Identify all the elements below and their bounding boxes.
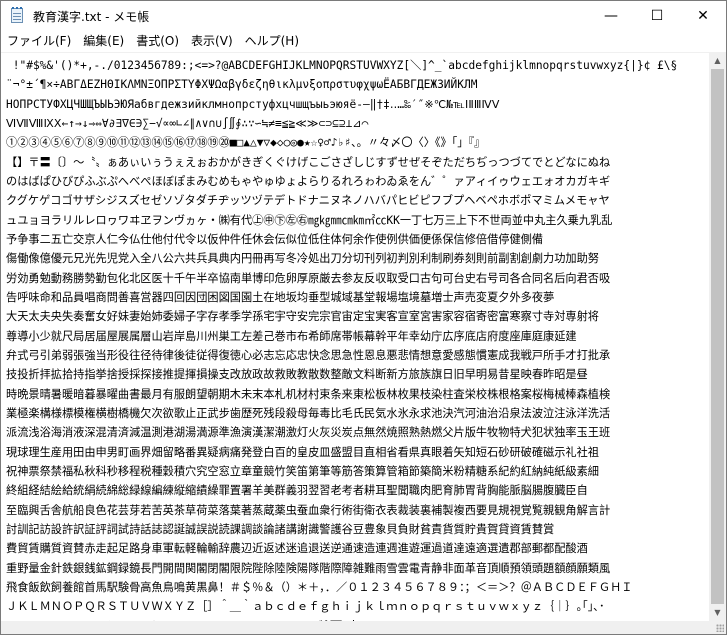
editor-line[interactable]: 討訓記訪設許訳証評詞試詩話誌認誕誠誤説読課調談論諸講謝識警護谷豆豊象貝負財貧責貨… bbox=[6, 520, 709, 539]
title-bar[interactable]: 教育漢字.txt - メモ帳 — ☐ ✕ bbox=[1, 1, 726, 31]
editor-line[interactable]: 派流浅浴海消液深混清済減温測港湖湯満源準漁演漢潔潮激灯火灰災炭点無然焼照熟熱燃父… bbox=[6, 423, 709, 442]
editor-line[interactable]: 弁式弓引弟弱張強当形役往径待律後徒従得復徳心必志忘応忠快念思急性恩息悪悲情想意愛… bbox=[6, 346, 709, 365]
editor-line[interactable]: 現球理生産用田由申男町画界畑留略番異疑病痛発登白百的皇皮皿盛盟目直相省看県真眼着… bbox=[6, 443, 709, 462]
editor-line[interactable]: НОПРСТУФХЦЧШЩЪЫЬЭЮЯабвгдежзийклмнопрстуф… bbox=[6, 95, 709, 114]
menu-format[interactable]: 書式(O) bbox=[130, 31, 185, 51]
maximize-button[interactable]: ☐ bbox=[634, 1, 680, 31]
menu-file[interactable]: ファイル(F) bbox=[1, 31, 77, 51]
text-editor[interactable]: !"#$%&'()*+,-./0123456789:;<=>?@ABCDEFGH… bbox=[1, 52, 709, 622]
editor-line[interactable]: 傷働像億優元兄光先児党入全八公六共兵具典内円冊再写冬冷処出刀分切刊列初判別利制刷… bbox=[6, 249, 709, 268]
editor-line[interactable]: 終組経結絵給統絹続綿総緑線編練縦縮績繰罪置署羊美群義羽翌習老考者耕耳聖聞職肉肥育… bbox=[6, 481, 709, 500]
close-button[interactable]: ✕ bbox=[680, 1, 726, 31]
editor-line[interactable]: 大天太夫央失奏奮女好妹妻始姉委婦子字存孝季学孫宅宇守安完宗官宙定宝実客宣室宮害家… bbox=[6, 307, 709, 326]
menu-help[interactable]: ヘルプ(H) bbox=[239, 31, 305, 51]
editor-line[interactable]: ュユョヨラリルレロヮワヰヱヲンヴヵヶ・㈱有代㊤㊥㊦㊧㊨㎎㎏㎜㎝㎞㎡㏄KK一丁七万… bbox=[6, 211, 709, 230]
editor-line[interactable]: 至臨興舌舎航船良色花芸芽若苦英茶草荷菜落葉著蒸蔵薬虫蚕血衆行術街衛衣表裁装裏補製… bbox=[6, 501, 709, 520]
editor-line[interactable]: 労効勇勉動務勝勢勤包化北区医十千午半卒協南単博印危卵厚原厳去参友反収取受口古句可… bbox=[6, 269, 709, 288]
editor-line[interactable]: 費貿賃購質資賛赤走起足路身車軍転軽輪輸辞農辺近返述迷追退送逆通速造連週進遊運過道… bbox=[6, 539, 709, 558]
editor-line[interactable]: 業極楽構様標模権横樹橋機欠次欲歌止正武步歯歴死残段殺母毎毒比毛氏民気水氷永求池決… bbox=[6, 404, 709, 423]
editor-line[interactable]: のはばぱひびぴふぶぷへべぺほぼぽまみむめもゃやゅゆょよらりるれろゎわゐゑをん゛゜… bbox=[6, 172, 709, 191]
editor-line[interactable]: 告呼味命和品員唱商問善喜営器四回因団困図国園土在地坂均垂型城域基堂報場塩境墓増士… bbox=[6, 288, 709, 307]
minimize-button[interactable]: — bbox=[588, 1, 634, 31]
notepad-icon[interactable] bbox=[9, 7, 25, 24]
editor-line[interactable]: 技投折拝拡拾持指挙捨授採探接推提揮損操支改放政故救敗教散数整敵文料断新方旅族旗日… bbox=[6, 365, 709, 384]
vertical-scrollbar[interactable]: ▲ ▼ bbox=[709, 52, 726, 621]
editor-line[interactable]: 重野量金針鉄銀銭鉱鋼録鏡長門開間関閣閉閣限院陛除陸険陽隊階際障雑難雨雪雲電青静非… bbox=[6, 559, 709, 578]
editor-line[interactable]: 尊導小少就尺局居届屋展属層山岩岸島川州巣工左差己巻市布希師席帯帳幕幹平年幸幼庁広… bbox=[6, 327, 709, 346]
editor-line[interactable]: ⅥⅦⅧⅨⅩ←↑→↓⇒⇔∀∂∃∇∈∋∑−√∝∞∟∠∥∧∨∩∪∫∬∮∴∵∽≒≠≡≦≧… bbox=[6, 114, 709, 133]
scroll-up-icon[interactable]: ▲ bbox=[709, 52, 726, 69]
editor-line[interactable]: 時晩景晴暑暖暗暮暴曜曲書最月有服朗望朝期木未末本札机材村束条来東松板林枚果枝染柱… bbox=[6, 385, 709, 404]
editor-line[interactable]: 飛食飯飲飼養館首馬駅験骨高魚鳥鳴黄黒鼻！＃＄％＆（）＊＋，．／０１２３４５６７８… bbox=[6, 578, 709, 597]
menu-view[interactable]: 表示(V) bbox=[185, 31, 239, 51]
editor-line[interactable]: !"#$%&'()*+,-./0123456789:;<=>?@ABCDEFGH… bbox=[6, 56, 709, 75]
editor-line[interactable]: ¨¬°±´¶×÷ΑΒΓΔΕΖΗΘΙΚΛΜΝΞΟΠΡΣΤΥΦΧΨΩαβγδεζηθ… bbox=[6, 75, 709, 94]
editor-line[interactable]: 祝神票祭禁福私秋科秒移程税種穀積穴究空窓立章童競竹笑笛第筆等筋答策算管箱節築簡米… bbox=[6, 462, 709, 481]
resize-corner[interactable] bbox=[709, 621, 726, 634]
scroll-down-icon[interactable]: ▼ bbox=[709, 604, 726, 621]
editor-line[interactable]: 【】〒〓〔〕〜〝〟ぁあぃいぅうぇえぉおかがきぎくぐけげこごさざしじすずせぜそぞた… bbox=[6, 153, 709, 172]
editor-line[interactable]: クグケゲコゴサザシジスズセゼソゾタダチヂッツヅテデトドナニヌネノハバパヒビピフブ… bbox=[6, 191, 709, 210]
menu-edit[interactable]: 編集(E) bbox=[77, 31, 130, 51]
editor-line[interactable]: ①②③④⑤⑥⑦⑧⑨⑩⑪⑫⑬⑭⑮⑯⑰⑱⑲⑳■□▲△▼▽◆◇○◎●★☆♀♂♪♭♯、。… bbox=[6, 133, 709, 152]
editor-line[interactable]: 予争事二五亡交京人仁今仏仕他付代令以仮仲件任休会伝似位低住体何余作使例供価便係保… bbox=[6, 230, 709, 249]
scrollbar-thumb[interactable] bbox=[711, 69, 724, 604]
editor-line[interactable]: ＪＫＬＭＮＯＰＱＲＳＴＵＶＷＸＹＺ［］＾＿｀ａｂｃｄｅｆｇｈｉｊｋｌｍｎｏｐｑｒ… bbox=[6, 597, 709, 616]
editor-content[interactable]: !"#$%&'()*+,-./0123456789:;<=>?@ABCDEFGH… bbox=[1, 53, 709, 622]
notepad-window: 教育漢字.txt - メモ帳 — ☐ ✕ ファイル(F) 編集(E) 書式(O)… bbox=[0, 0, 727, 635]
resize-grip-icon[interactable] bbox=[716, 624, 724, 632]
menu-bar: ファイル(F) 編集(E) 書式(O) 表示(V) ヘルプ(H) bbox=[1, 31, 726, 51]
window-title: 教育漢字.txt - メモ帳 bbox=[33, 9, 150, 24]
status-strip bbox=[1, 621, 709, 634]
